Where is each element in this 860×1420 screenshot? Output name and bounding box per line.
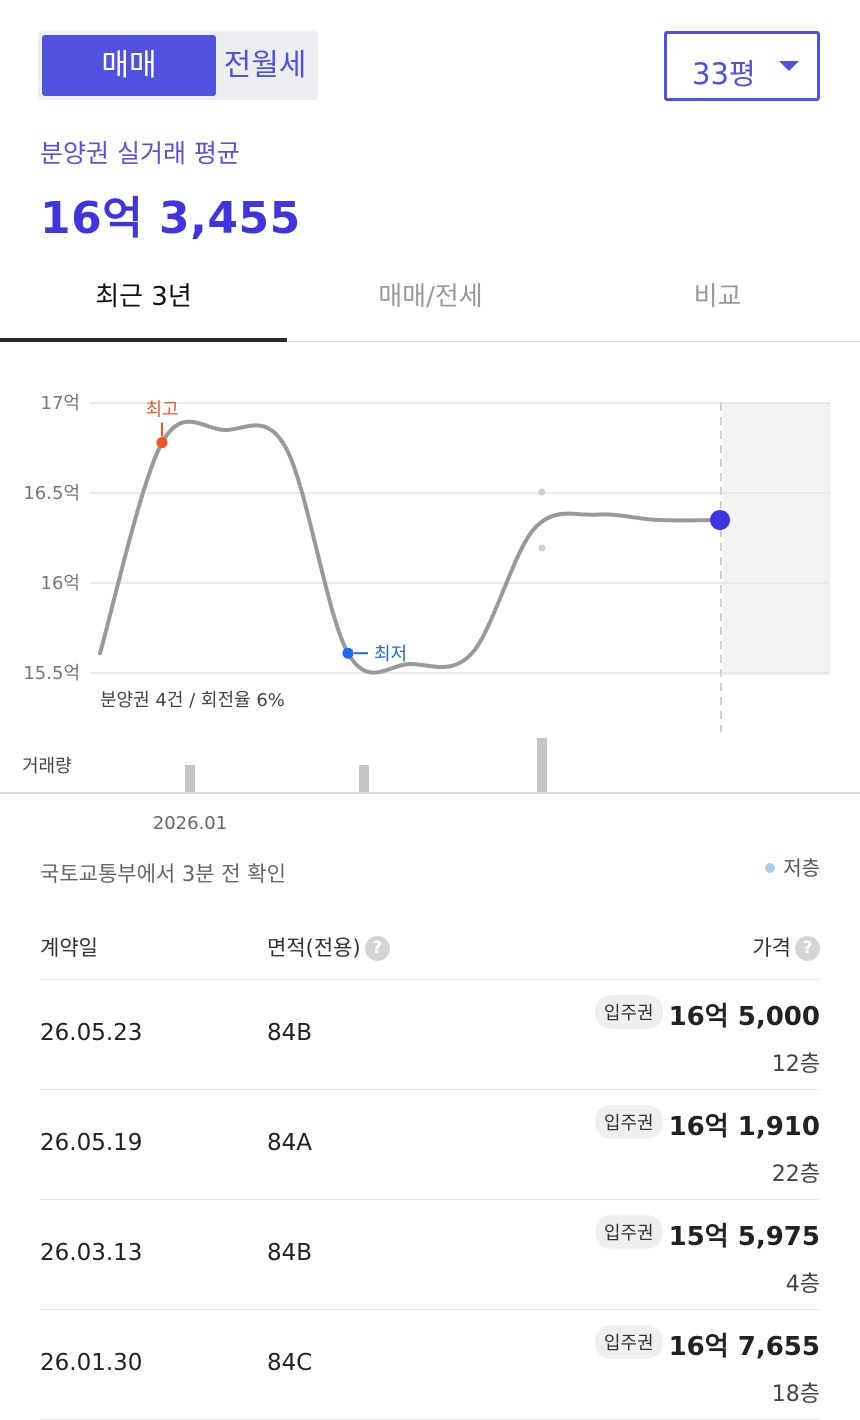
- tab-compare[interactable]: 비교: [574, 276, 860, 313]
- row-price: 16억 7,655: [668, 1332, 820, 1362]
- chart-grid: [90, 402, 830, 674]
- y-tick-label: 15.5억: [23, 663, 80, 684]
- table-header: 계약일 면적(전용)? 가격?: [40, 916, 820, 980]
- chart-annotations: 최고최저: [145, 400, 730, 665]
- trade-type-toggle: 매매 전월세: [38, 31, 318, 100]
- chart-dot: [538, 544, 546, 552]
- table-row[interactable]: 26.01.30 84C 입주권 16억 7,655 18층: [40, 1310, 820, 1420]
- row-price: 16억 1,910: [668, 1112, 820, 1142]
- y-tick-label: 16.5억: [23, 483, 80, 504]
- min-point: [342, 647, 354, 659]
- table-row[interactable]: 26.05.19 84A 입주권 16억 1,910 22층: [40, 1090, 820, 1200]
- row-price-line: 입주권 16억 1,910: [594, 1104, 820, 1143]
- average-price-value: 16억 3,455: [40, 193, 301, 244]
- min-label: 최저: [374, 644, 407, 665]
- row-badge: 입주권: [594, 1214, 663, 1249]
- row-date: 26.01.30: [40, 1350, 143, 1376]
- max-point: [156, 437, 168, 449]
- row-price-line: 입주권 16억 5,000: [594, 994, 820, 1033]
- volume-bar: [185, 765, 195, 792]
- row-price: 16억 5,000: [668, 1002, 820, 1032]
- future-period-shade: [723, 403, 830, 675]
- help-icon[interactable]: ?: [364, 935, 390, 961]
- max-label: 최고: [145, 400, 178, 421]
- volume-label: 거래량: [22, 756, 72, 777]
- header-price-label: 가격: [752, 936, 791, 960]
- row-area: 84C: [267, 1350, 313, 1376]
- price-chart: 17억 16.5억 16억 15.5억 최고최저 분양권 4건 / 회전율 6% 거래…: [22, 393, 830, 834]
- table-row[interactable]: 26.05.23 84B 입주권 16억 5,000 12층: [40, 980, 820, 1090]
- y-axis-ticks: 17억 16.5억 16억 15.5억: [23, 393, 80, 684]
- header-contract-date: 계약일: [40, 936, 98, 960]
- chart-dot: [538, 488, 546, 496]
- row-date: 26.05.19: [40, 1130, 143, 1156]
- header-area-label: 면적(전용): [267, 936, 361, 960]
- area-size-value: 33평: [692, 57, 756, 91]
- volume-bar: [359, 765, 369, 792]
- row-badge: 입주권: [594, 994, 663, 1029]
- header-area: 면적(전용)?: [267, 932, 390, 962]
- x-tick-label: 2026.01: [153, 813, 227, 834]
- header-price: 가격?: [752, 932, 820, 962]
- current-point: [710, 510, 730, 530]
- row-floor: 18층: [771, 1382, 820, 1407]
- row-price: 15억 5,975: [668, 1222, 820, 1252]
- tab-sale-jeonse[interactable]: 매매/전세: [287, 276, 574, 313]
- chart-divider: [0, 792, 860, 794]
- trade-type-rent-button[interactable]: 전월세: [216, 35, 314, 96]
- row-floor: 4층: [785, 1272, 820, 1297]
- row-floor: 22층: [771, 1162, 820, 1187]
- table-row[interactable]: 26.03.13 84B 입주권 15억 5,975 4층: [40, 1200, 820, 1310]
- row-price-line: 입주권 16억 7,655: [594, 1324, 820, 1363]
- trade-type-sale-button[interactable]: 매매: [42, 35, 216, 96]
- row-area: 84B: [267, 1020, 313, 1046]
- period-tabs: 최근 3년 매매/전세 비교: [0, 250, 860, 342]
- volume-bar: [537, 738, 547, 792]
- floor-legend: 저층: [765, 852, 820, 881]
- help-icon[interactable]: ?: [795, 935, 820, 961]
- row-area: 84A: [267, 1130, 313, 1156]
- active-tab-indicator: [0, 338, 287, 342]
- row-price-line: 입주권 15억 5,975: [594, 1214, 820, 1253]
- trade-note: 분양권 4건 / 회전율 6%: [100, 690, 285, 711]
- average-price-label: 분양권 실거래 평균: [40, 139, 240, 168]
- area-size-select[interactable]: 33평: [664, 31, 820, 101]
- legend-dot: [765, 862, 776, 873]
- price-line: [98, 419, 722, 675]
- volume-bars: [185, 738, 547, 792]
- row-floor: 12층: [771, 1052, 820, 1077]
- row-badge: 입주권: [594, 1104, 663, 1139]
- row-area: 84B: [267, 1240, 313, 1266]
- row-date: 26.05.23: [40, 1020, 143, 1046]
- y-tick-label: 16억: [41, 573, 80, 594]
- row-date: 26.03.13: [40, 1240, 143, 1266]
- y-tick-label: 17억: [41, 393, 80, 414]
- tab-recent-3-years[interactable]: 최근 3년: [0, 276, 287, 313]
- chevron-down-icon: [779, 61, 799, 71]
- row-badge: 입주권: [594, 1324, 663, 1359]
- legend-label: 저층: [783, 856, 820, 880]
- data-source-text: 국토교통부에서 3분 전 확인: [40, 862, 286, 886]
